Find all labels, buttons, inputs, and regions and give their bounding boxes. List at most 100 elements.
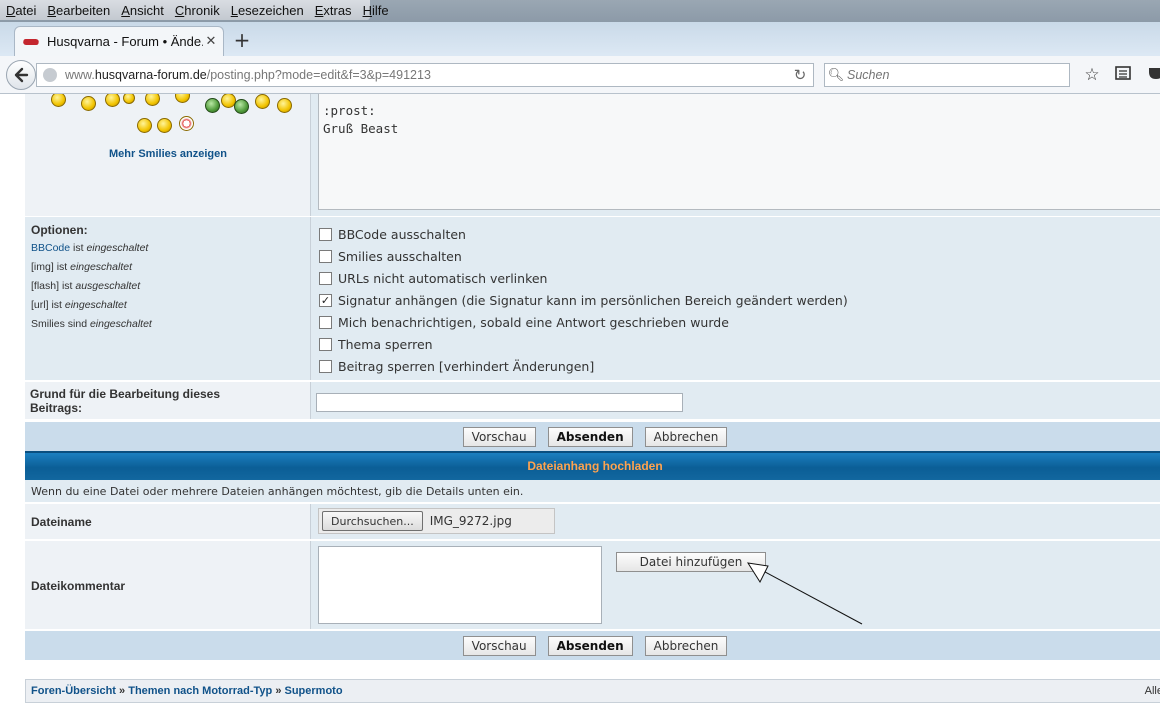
option-checkbox-row[interactable]: ✓ Signatur anhängen (die Signatur kann im… bbox=[319, 293, 848, 308]
option-checkbox-label: Signatur anhängen (die Signatur kann im … bbox=[338, 293, 848, 308]
comment-textarea[interactable] bbox=[318, 546, 602, 624]
option-status-name[interactable]: BBCode bbox=[31, 242, 70, 254]
option-checkbox-label: Mich benachrichtigen, sobald eine Antwor… bbox=[338, 315, 729, 330]
comment-label: Dateikommentar bbox=[31, 579, 126, 593]
option-status-state: eingeschaltet bbox=[70, 261, 132, 273]
smiley-icon[interactable] bbox=[277, 98, 292, 113]
menu-bar: Datei Bearbeiten Ansicht Chronik Lesezei… bbox=[0, 0, 389, 20]
checkbox-checked[interactable]: ✓ bbox=[319, 294, 332, 307]
smiley-icon[interactable] bbox=[123, 94, 135, 104]
search-input[interactable] bbox=[847, 68, 1057, 82]
edit-reason-row: Grund für die Bearbeitung dieses Beitrag… bbox=[25, 382, 1160, 420]
preview-button[interactable]: Vorschau bbox=[462, 635, 536, 656]
smiley-icon[interactable] bbox=[105, 94, 120, 107]
filename-label-cell: Dateiname bbox=[25, 504, 311, 539]
new-tab-button[interactable]: + bbox=[232, 28, 252, 52]
bookmark-star-icon[interactable]: ☆ bbox=[1081, 65, 1103, 85]
option-status-line: [url] ist eingeschaltet bbox=[31, 299, 310, 311]
option-status-verb: ist bbox=[61, 280, 73, 292]
menu-chronik[interactable]: Chronik bbox=[169, 3, 225, 18]
checkbox[interactable] bbox=[319, 228, 332, 241]
filename-row: Dateiname Durchsuchen... IMG_9272.jpg bbox=[25, 504, 1160, 540]
message-textarea[interactable]: :prost: Gruß Beast bbox=[318, 94, 1160, 210]
option-checkbox-row[interactable]: URLs nicht automatisch verlinken bbox=[319, 271, 547, 286]
smiley-icon[interactable] bbox=[145, 94, 160, 106]
option-checkbox-label: Smilies ausschalten bbox=[338, 249, 462, 264]
message-row: Mehr Smilies anzeigen :prost: Gruß Beast bbox=[25, 94, 1160, 217]
more-smilies-link[interactable]: Mehr Smilies anzeigen bbox=[109, 148, 227, 160]
smiley-green-icon[interactable] bbox=[205, 98, 220, 113]
smiley-icon[interactable] bbox=[157, 118, 172, 133]
cancel-button[interactable]: Abbrechen bbox=[644, 426, 728, 447]
option-status-name: [img] bbox=[31, 261, 54, 273]
reading-list-icon[interactable] bbox=[1112, 65, 1134, 85]
tab-strip: Husqvarna - Forum • Ände... ✕ + bbox=[0, 22, 1160, 56]
smiley-icon[interactable] bbox=[137, 118, 152, 133]
comment-label-cell: Dateikommentar bbox=[25, 541, 311, 629]
smiley-icon[interactable] bbox=[175, 94, 190, 103]
checkbox[interactable] bbox=[319, 316, 332, 329]
menu-datei[interactable]: Datei bbox=[0, 3, 41, 18]
option-status-name: [url] bbox=[31, 299, 49, 311]
menu-bearbeiten[interactable]: Bearbeiten bbox=[41, 3, 115, 18]
navigation-toolbar: www.husqvarna-forum.de/posting.php?mode=… bbox=[0, 56, 1160, 94]
browser-chrome: Datei Bearbeiten Ansicht Chronik Lesezei… bbox=[0, 0, 1160, 94]
checkbox[interactable] bbox=[319, 250, 332, 263]
option-checkbox-row[interactable]: BBCode ausschalten bbox=[319, 227, 466, 242]
cancel-button[interactable]: Abbrechen bbox=[644, 635, 728, 656]
option-status-state: eingeschaltet bbox=[89, 318, 152, 330]
smiley-icon[interactable] bbox=[51, 94, 66, 107]
option-status-state: eingeschaltet bbox=[86, 242, 149, 254]
breadcrumb-supermoto[interactable]: Supermoto bbox=[285, 685, 343, 697]
menu-ansicht[interactable]: Ansicht bbox=[115, 3, 169, 18]
browse-button[interactable]: Durchsuchen... bbox=[322, 511, 423, 531]
option-checkbox-row[interactable]: Smilies ausschalten bbox=[319, 249, 462, 264]
menu-extras[interactable]: Extras bbox=[309, 3, 357, 18]
option-status-verb: sind bbox=[67, 318, 88, 330]
option-status-line: [img] ist eingeschaltet bbox=[31, 261, 310, 273]
husqvarna-favicon-icon bbox=[23, 37, 41, 47]
more-smilies-container: Mehr Smilies anzeigen bbox=[25, 146, 311, 160]
options-row: Optionen: BBCode ist eingeschaltet [img] … bbox=[25, 217, 1160, 381]
menu-lesezeichen[interactable]: Lesezeichen bbox=[225, 3, 309, 18]
address-bar[interactable]: www.husqvarna-forum.de/posting.php?mode=… bbox=[36, 63, 814, 87]
search-icon: 🔍︎ bbox=[827, 67, 845, 83]
smiley-green-icon[interactable] bbox=[234, 99, 249, 114]
submit-button[interactable]: Absenden bbox=[547, 426, 633, 447]
smiley-icon[interactable] bbox=[81, 96, 96, 111]
search-bar[interactable]: 🔍︎ bbox=[824, 63, 1070, 87]
submit-buttons-bottom: Vorschau Absenden Abbrechen bbox=[25, 630, 1160, 660]
pocket-icon[interactable] bbox=[1145, 65, 1160, 85]
option-checkbox-row[interactable]: Mich benachrichtigen, sobald eine Antwor… bbox=[319, 315, 729, 330]
checkbox[interactable] bbox=[319, 338, 332, 351]
breadcrumb-right-text[interactable]: Alle bbox=[1145, 685, 1160, 697]
smiley-icon[interactable] bbox=[255, 94, 270, 109]
tab-close-icon[interactable]: ✕ bbox=[203, 34, 219, 49]
selected-filename: IMG_9272.jpg bbox=[429, 514, 512, 528]
checkbox[interactable] bbox=[319, 360, 332, 373]
option-status-name: [flash] bbox=[31, 280, 60, 292]
attachment-info: Wenn du eine Datei oder mehrere Dateien … bbox=[25, 480, 1160, 503]
option-status-state: ausgeschaltet bbox=[75, 280, 141, 292]
checkbox[interactable] bbox=[319, 272, 332, 285]
edit-reason-label-cell: Grund für die Bearbeitung dieses Beitrag… bbox=[25, 382, 311, 419]
reload-icon[interactable]: ↻ bbox=[787, 66, 813, 84]
preview-button[interactable]: Vorschau bbox=[462, 426, 536, 447]
attachment-header: Dateianhang hochladen bbox=[25, 451, 1160, 480]
posting-page: Mehr Smilies anzeigen :prost: Gruß Beast… bbox=[0, 94, 1160, 721]
breadcrumb: Foren-Übersicht » Themen nach Motorrad-T… bbox=[25, 679, 1160, 703]
smiley-icon[interactable] bbox=[179, 116, 194, 131]
breadcrumb-foren-uebersicht[interactable]: Foren-Übersicht bbox=[31, 685, 116, 697]
comment-row: Dateikommentar Datei hinzufügen bbox=[25, 541, 1160, 630]
submit-button[interactable]: Absenden bbox=[547, 635, 633, 656]
option-checkbox-row[interactable]: Beitrag sperren [verhindert Änderungen] bbox=[319, 359, 594, 374]
back-button[interactable] bbox=[6, 60, 36, 90]
option-checkbox-label: Beitrag sperren [verhindert Änderungen] bbox=[338, 359, 595, 374]
submit-buttons-top: Vorschau Absenden Abbrechen bbox=[25, 421, 1160, 451]
edit-reason-input[interactable] bbox=[316, 393, 683, 412]
menu-hilfe[interactable]: Hilfe bbox=[357, 3, 394, 18]
breadcrumb-themen-motorrad-typ[interactable]: Themen nach Motorrad-Typ bbox=[128, 685, 272, 697]
tab-husqvarna-forum[interactable]: Husqvarna - Forum • Ände... ✕ bbox=[14, 26, 224, 56]
option-checkbox-row[interactable]: Thema sperren bbox=[319, 337, 433, 352]
option-status-line: BBCode ist eingeschaltet bbox=[31, 242, 310, 254]
